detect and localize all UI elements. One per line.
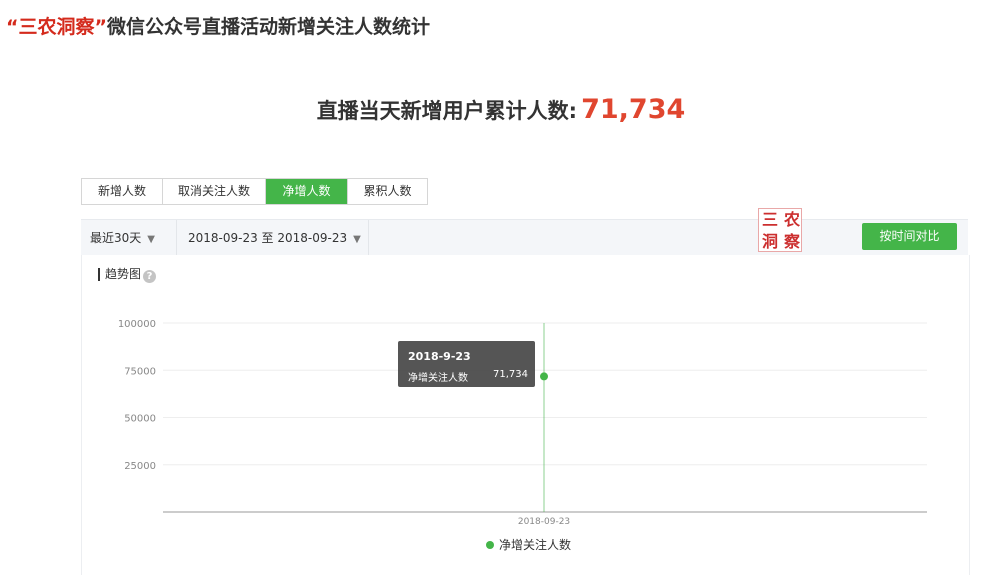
- tooltip-series-name: 净增关注人数: [408, 373, 468, 384]
- x-tick-label: 2018-09-23: [518, 517, 570, 527]
- tooltip-value: 71,734: [493, 369, 528, 380]
- legend-dot-icon: [486, 540, 494, 549]
- y-tick-label: 25000: [124, 461, 156, 472]
- y-tick-label: 100000: [118, 319, 156, 330]
- legend-label: 净增关注人数: [499, 538, 572, 552]
- y-tick-label: 50000: [124, 414, 156, 425]
- chart-tooltip: 2018-9-23 净增关注人数 71,734: [398, 341, 535, 387]
- tooltip-date: 2018-9-23: [408, 350, 471, 363]
- chart-legend[interactable]: 净增关注人数: [486, 536, 571, 553]
- y-tick-label: 75000: [124, 366, 156, 377]
- trend-chart: 25000 50000 75000 100000 2018-09-23: [118, 319, 927, 527]
- data-point: [540, 372, 548, 381]
